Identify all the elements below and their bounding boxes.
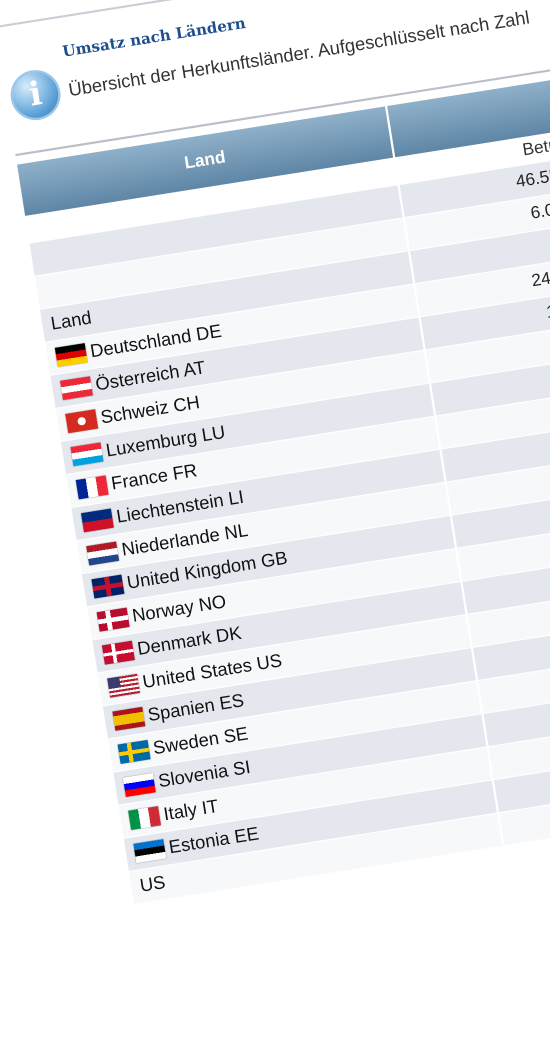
es-flag-icon bbox=[112, 706, 146, 731]
fr-flag-icon bbox=[75, 475, 109, 500]
report-view: i Umsatz nach Ländern Übersicht der Herk… bbox=[0, 0, 550, 1061]
it-flag-icon bbox=[128, 806, 162, 831]
si-flag-icon bbox=[122, 773, 156, 797]
info-icon: i bbox=[7, 66, 64, 124]
info-title: Umsatz nach Ländern bbox=[61, 14, 247, 62]
lu-flag-icon bbox=[70, 442, 104, 467]
table-body: 46.556,00 6.028,70 Land Deutschland DE 24.37… bbox=[29, 115, 550, 905]
de-flag-icon bbox=[54, 343, 88, 368]
country-name: US bbox=[138, 871, 167, 897]
no-flag-icon bbox=[96, 607, 130, 632]
gb-flag-icon bbox=[91, 574, 125, 599]
info-description: Übersicht der Herkunftsländer. Aufgeschl… bbox=[67, 7, 531, 101]
nl-flag-icon bbox=[86, 541, 120, 566]
li-flag-icon bbox=[80, 508, 114, 533]
us-flag-icon bbox=[107, 673, 141, 698]
ee-flag-icon bbox=[133, 839, 167, 864]
se-flag-icon bbox=[117, 739, 151, 764]
ch-flag-icon bbox=[65, 409, 99, 434]
at-flag-icon bbox=[60, 376, 93, 401]
country-name: Italy IT bbox=[162, 795, 220, 825]
country-revenue-table: Land EU Betrag € 46.556,006.028,70LandDe… bbox=[17, 36, 550, 905]
dk-flag-icon bbox=[101, 640, 135, 665]
